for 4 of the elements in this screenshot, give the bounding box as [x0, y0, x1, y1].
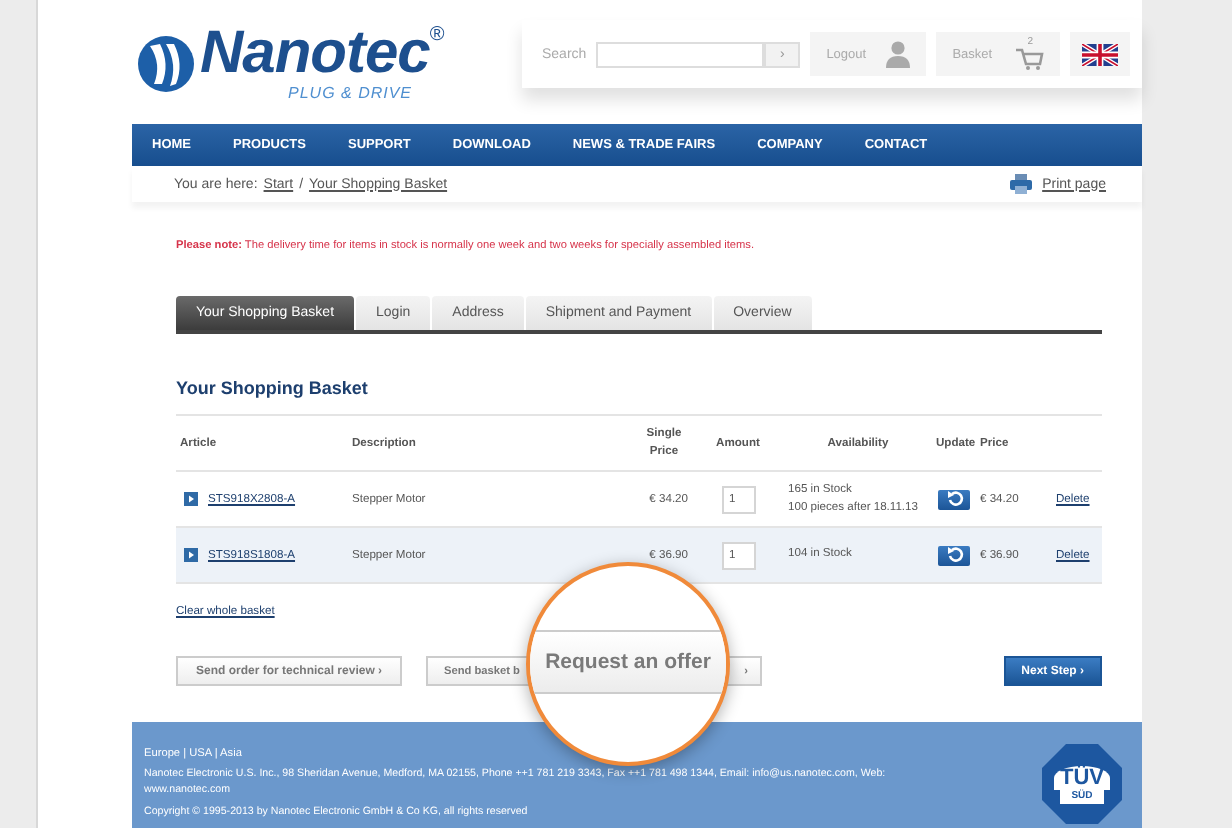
logo-tagline: PLUG & DRIVE — [288, 84, 415, 102]
logo-wordmark: Nanotec — [200, 24, 430, 84]
section-heading: Your Shopping Basket — [176, 378, 370, 398]
registered-mark: ® — [429, 24, 445, 46]
